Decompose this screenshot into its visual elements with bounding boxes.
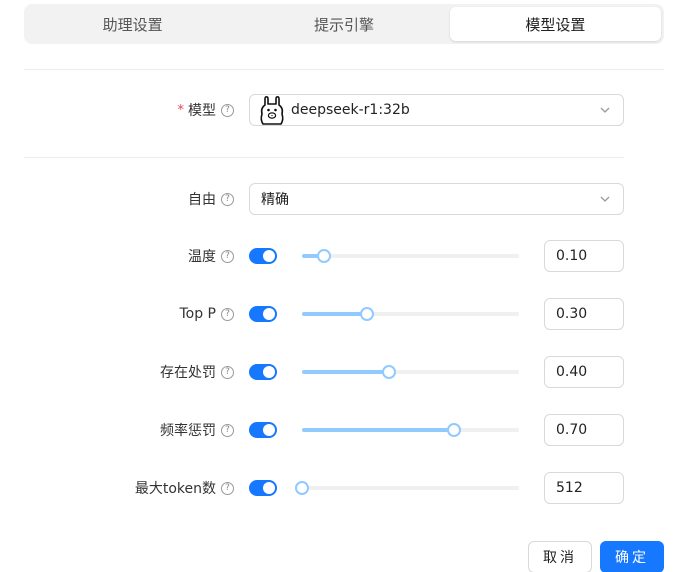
chevron-down-icon [600, 107, 610, 113]
freedom-label: 自由 ? [188, 183, 234, 215]
param-label-text: 温度 [188, 249, 216, 265]
freedom-select-value: 精确 [261, 192, 289, 208]
param-label-text: 最大token数 [134, 481, 216, 497]
max-tokens-slider[interactable] [295, 481, 519, 495]
model-select[interactable]: deepseek-r1:32b [249, 94, 624, 126]
model-label-text: 模型 [188, 103, 216, 119]
param-label-text: 频率惩罚 [160, 423, 216, 439]
slider-handle[interactable] [295, 481, 309, 495]
required-mark: * [177, 102, 185, 118]
top-p-slider[interactable] [302, 307, 519, 321]
help-icon[interactable]: ? [221, 423, 234, 437]
temperature-input[interactable]: 0.10 [544, 240, 624, 272]
param-label: 频率惩罚 ? [160, 414, 234, 446]
tab-model-settings[interactable]: 模型设置 [449, 7, 661, 41]
settings-tabs: 助理设置 提示引擎 模型设置 [24, 4, 664, 44]
max-tokens-toggle[interactable] [249, 480, 277, 496]
help-icon[interactable]: ? [221, 307, 234, 321]
param-label: 存在处罚 ? [160, 356, 234, 388]
presence-penalty-toggle[interactable] [249, 364, 277, 380]
freedom-select[interactable]: 精确 [249, 183, 624, 215]
cancel-button[interactable]: 取消 [528, 541, 592, 572]
slider-handle[interactable] [316, 249, 331, 263]
help-icon[interactable]: ? [221, 103, 234, 117]
max-tokens-input[interactable]: 512 [544, 472, 624, 504]
param-label: Top P ? [179, 298, 234, 330]
slider-handle[interactable] [446, 423, 461, 437]
slider-fill [302, 370, 389, 374]
param-row-temperature: 温度 ? 0.10 [0, 240, 688, 272]
slider-fill [302, 428, 454, 432]
presence-penalty-slider[interactable] [302, 365, 519, 379]
ollama-llama-icon [260, 95, 284, 125]
help-icon[interactable]: ? [221, 249, 234, 263]
frequency-penalty-slider[interactable] [302, 423, 519, 437]
top-p-input[interactable]: 0.30 [544, 298, 624, 330]
help-icon[interactable]: ? [221, 192, 234, 206]
presence-penalty-input[interactable]: 0.40 [544, 356, 624, 388]
tab-assistant-settings[interactable]: 助理设置 [27, 7, 238, 41]
freedom-row: 自由 ? 精确 [0, 183, 688, 215]
model-divider [24, 157, 624, 158]
param-label: 最大token数 ? [135, 472, 234, 504]
frequency-penalty-input[interactable]: 0.70 [544, 414, 624, 446]
model-row: * 模型 ? deepseek-r1:32b [0, 94, 688, 126]
param-label: 温度 ? [188, 240, 234, 272]
model-label: * 模型 ? [177, 94, 234, 126]
param-label-text: 存在处罚 [160, 365, 216, 381]
param-label-text: Top P [179, 306, 216, 322]
temperature-slider[interactable] [302, 249, 519, 263]
tab-prompt-engine[interactable]: 提示引擎 [238, 7, 449, 41]
slider-handle[interactable] [381, 365, 396, 379]
param-row-presence-penalty: 存在处罚 ? 0.40 [0, 356, 688, 388]
model-select-value: deepseek-r1:32b [291, 102, 410, 118]
help-icon[interactable]: ? [221, 365, 234, 379]
top-divider [24, 69, 664, 70]
freedom-label-text: 自由 [188, 192, 216, 208]
slider-handle[interactable] [360, 307, 375, 321]
param-row-top-p: Top P ? 0.30 [0, 298, 688, 330]
slider-fill [302, 312, 368, 316]
frequency-penalty-toggle[interactable] [249, 422, 277, 438]
chevron-down-icon [600, 196, 610, 202]
param-row-frequency-penalty: 频率惩罚 ? 0.70 [0, 414, 688, 446]
param-row-max-tokens: 最大token数 ? 512 [0, 472, 688, 504]
temperature-toggle[interactable] [249, 248, 277, 264]
top-p-toggle[interactable] [249, 306, 277, 322]
ok-button[interactable]: 确定 [600, 541, 664, 572]
help-icon[interactable]: ? [221, 481, 234, 495]
